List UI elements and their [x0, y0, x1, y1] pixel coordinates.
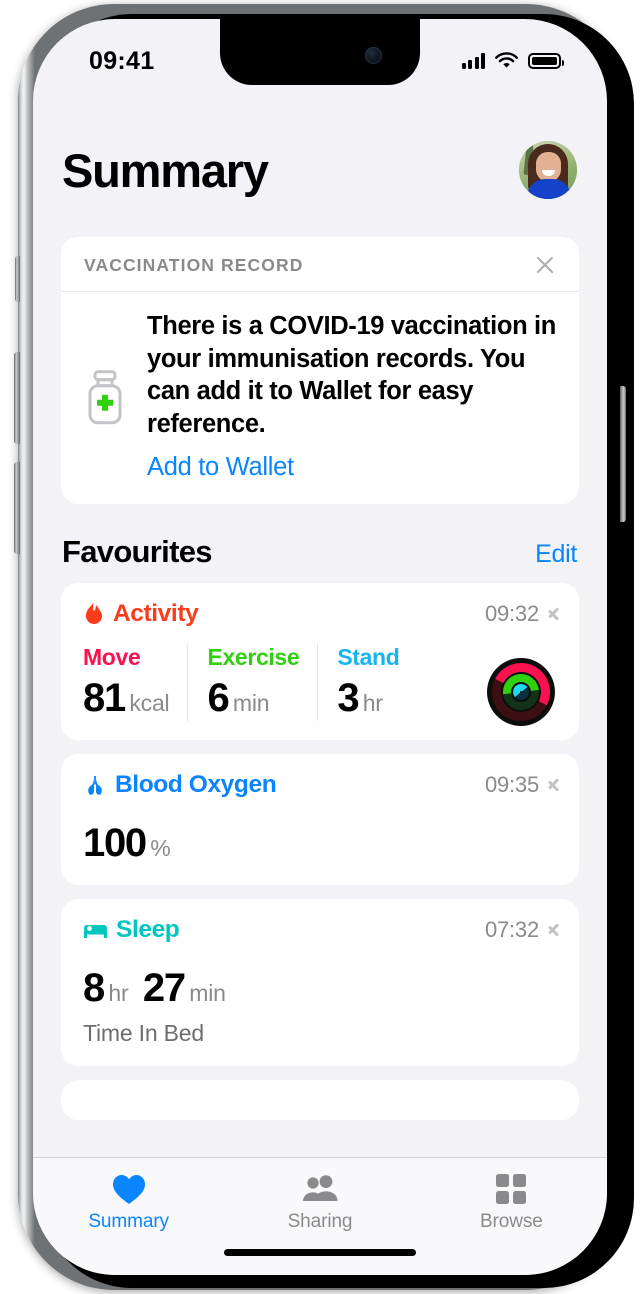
activity-title: Activity — [113, 599, 199, 627]
tab-sharing-label: Sharing — [287, 1211, 353, 1232]
volume-down-button[interactable] — [14, 462, 20, 554]
move-value-group: 81 kcal — [83, 675, 170, 721]
chevron-right-icon[interactable] — [548, 920, 559, 939]
close-icon[interactable] — [532, 252, 558, 278]
tab-summary[interactable]: Summary — [33, 1172, 224, 1233]
vaccination-section-label: VACCINATION RECORD — [84, 254, 304, 275]
volume-up-button[interactable] — [14, 352, 20, 444]
exercise-value-group: 6 min — [207, 676, 299, 721]
vaccination-card-body: There is a COVID-19 vaccination in your … — [61, 292, 579, 504]
scroll-content: Summary VACCINATION RECORD There is a CO… — [33, 85, 607, 1275]
tab-browse-label: Browse — [479, 1211, 543, 1232]
sleep-timestamp: 07:32 — [484, 916, 539, 942]
favourite-card-blood-oxygen[interactable]: Blood Oxygen 09:35 100 % — [61, 753, 579, 885]
blood-oxygen-value-group: 100 % — [83, 821, 559, 866]
tab-sharing[interactable]: Sharing — [224, 1172, 415, 1233]
heart-icon — [112, 1172, 146, 1206]
favourite-card-activity[interactable]: Activity 09:32 Move 81 kcal Exercise 6 m… — [61, 582, 579, 740]
profile-avatar[interactable] — [519, 141, 577, 199]
vaccination-message: There is a COVID-19 vaccination in your … — [147, 312, 556, 438]
blood-oxygen-timestamp: 09:35 — [484, 771, 539, 797]
activity-rings-icon — [484, 654, 558, 729]
exercise-unit: min — [232, 689, 270, 716]
bed-icon — [84, 924, 107, 938]
app-header: Summary — [33, 85, 607, 199]
exercise-label: Exercise — [207, 643, 300, 670]
blood-oxygen-title-group: Blood Oxygen — [83, 770, 277, 799]
activity-card-header: Activity 09:32 — [83, 600, 559, 628]
exercise-value: 6 — [207, 675, 229, 720]
favourites-section-header: Favourites Edit — [33, 504, 607, 583]
stand-value: 3 — [337, 675, 359, 720]
blood-oxygen-value: 100 — [83, 820, 147, 865]
blood-oxygen-card-header: Blood Oxygen 09:35 — [83, 771, 559, 799]
blood-oxygen-title: Blood Oxygen — [115, 770, 277, 798]
mute-switch-button[interactable] — [15, 256, 20, 302]
display-notch — [220, 19, 420, 85]
vaccination-text-block: There is a COVID-19 vaccination in your … — [147, 310, 557, 482]
stand-label: Stand — [337, 643, 400, 670]
flame-icon — [86, 601, 102, 624]
sleep-minutes: 27 — [142, 965, 186, 1010]
move-unit: kcal — [129, 689, 170, 716]
chevron-right-icon[interactable] — [548, 775, 559, 794]
sleep-title-group: Sleep — [83, 915, 180, 944]
tab-browse[interactable]: Browse — [416, 1172, 607, 1233]
blood-oxygen-meta: 09:35 — [485, 772, 559, 798]
next-favourite-card-peek[interactable] — [61, 1079, 579, 1120]
sleep-meta: 07:32 — [485, 917, 559, 943]
tab-summary-label: Summary — [88, 1211, 169, 1232]
people-icon — [301, 1172, 339, 1206]
activity-timestamp: 09:32 — [484, 600, 539, 626]
add-to-wallet-link[interactable]: Add to Wallet — [147, 453, 557, 482]
sleep-title: Sleep — [116, 915, 180, 943]
vaccine-vial-icon — [88, 370, 122, 425]
vaccination-record-card: VACCINATION RECORD There is a COVID-19 v… — [61, 237, 579, 504]
cellular-bars-icon — [461, 53, 485, 69]
grid-icon — [496, 1172, 527, 1206]
activity-column-exercise: Exercise 6 min — [187, 643, 317, 721]
favourites-title: Favourites — [62, 533, 212, 569]
front-camera-icon — [365, 47, 382, 64]
page-title: Summary — [62, 143, 269, 197]
move-label: Move — [83, 643, 141, 670]
activity-meta: 09:32 — [485, 601, 559, 627]
activity-column-move: Move 81 kcal — [83, 644, 187, 721]
favourite-card-sleep[interactable]: Sleep 07:32 8 hr 27 min Time In Bed — [61, 898, 579, 1066]
battery-icon — [528, 53, 564, 69]
lungs-icon — [88, 775, 102, 795]
edit-favourites-button[interactable]: Edit — [535, 540, 577, 569]
status-bar-indicators — [461, 52, 564, 70]
move-value: 81 — [83, 675, 126, 720]
activity-title-group: Activity — [83, 599, 199, 628]
wifi-icon — [495, 52, 518, 68]
stand-unit: hr — [362, 689, 383, 716]
sleep-value-group: 8 hr 27 min — [83, 966, 559, 1011]
sleep-card-header: Sleep 07:32 — [83, 916, 559, 944]
sleep-subtitle: Time In Bed — [83, 1019, 204, 1046]
sleep-hours: 8 — [83, 965, 105, 1010]
sleep-minutes-unit: min — [189, 979, 226, 1006]
phone-screen: 09:41 Summary VACCINATION RECORD There i… — [33, 19, 607, 1275]
blood-oxygen-unit: % — [150, 834, 171, 861]
chevron-right-icon[interactable] — [548, 604, 559, 623]
status-bar-time: 09:41 — [89, 46, 155, 75]
stand-value-group: 3 hr — [337, 676, 399, 721]
activity-column-stand: Stand 3 hr — [317, 643, 417, 721]
power-button[interactable] — [620, 386, 626, 522]
vaccination-card-header: VACCINATION RECORD — [61, 237, 579, 292]
home-indicator[interactable] — [224, 1249, 416, 1256]
tab-bar: Summary Sharing Browse — [33, 1157, 607, 1275]
sleep-hours-unit: hr — [108, 979, 129, 1006]
